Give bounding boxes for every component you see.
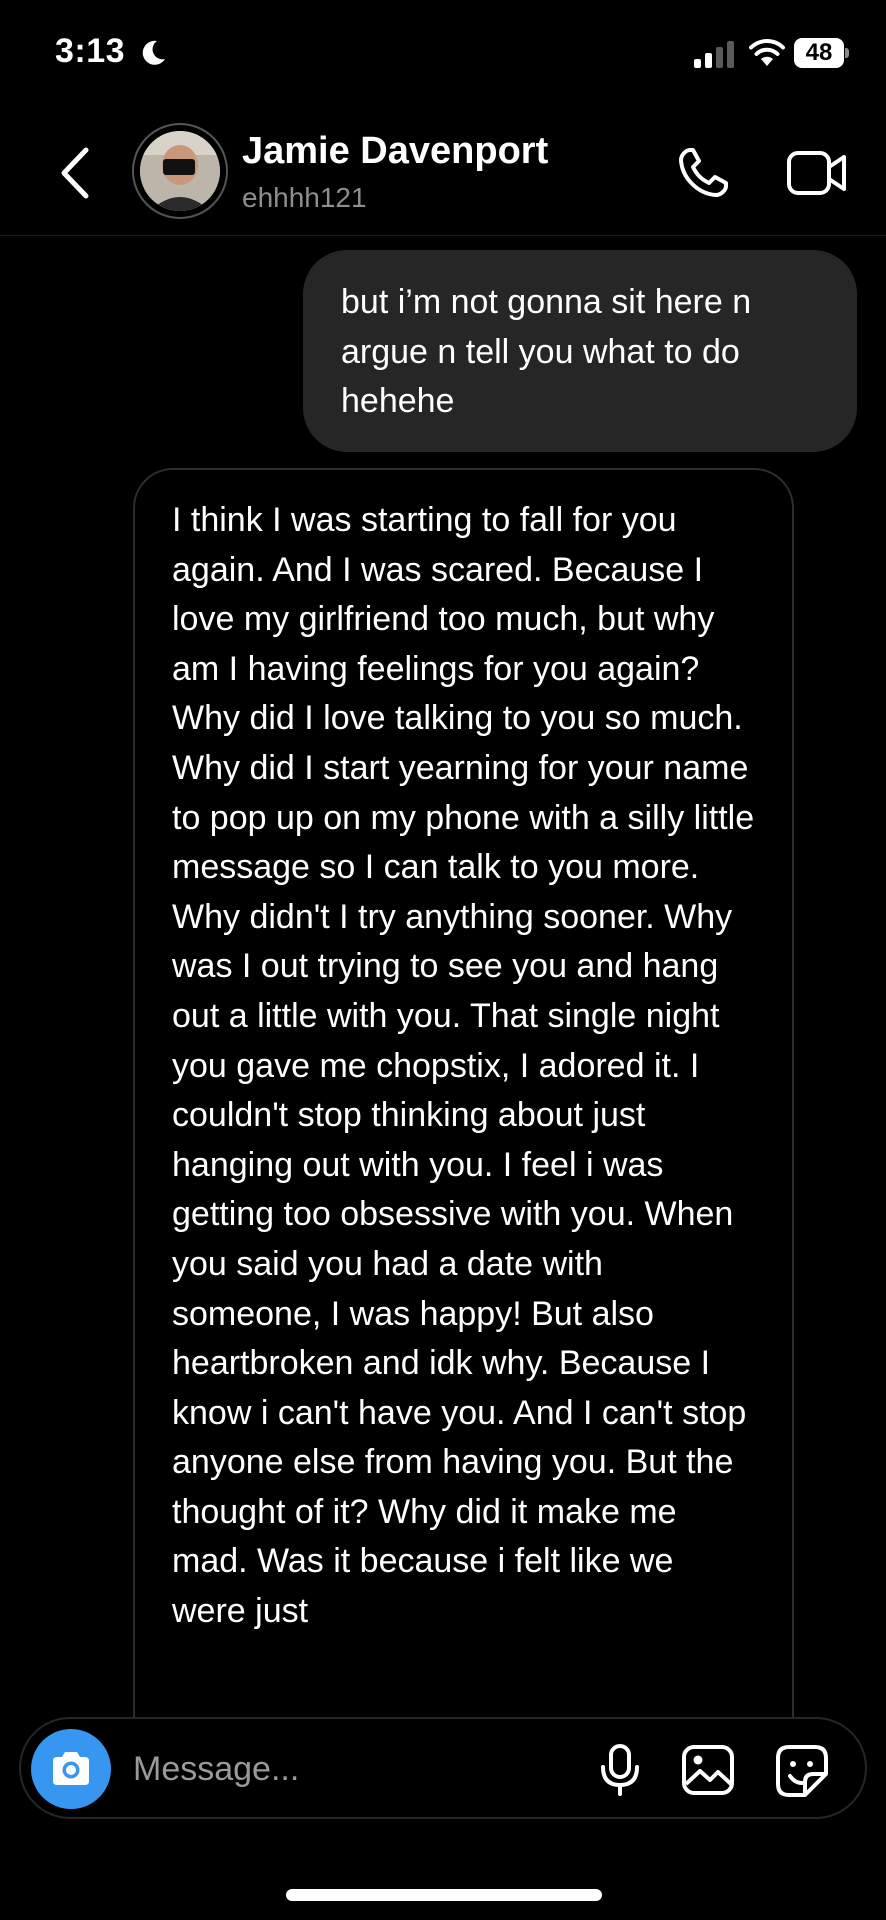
phone-icon[interactable] [676, 146, 730, 200]
gallery-icon[interactable] [681, 1744, 735, 1796]
sticker-icon[interactable] [775, 1744, 829, 1798]
home-indicator[interactable] [286, 1889, 602, 1901]
chat-header: Jamie Davenport ehhhh121 [0, 110, 886, 236]
status-bar: 3:13 48 [0, 0, 886, 110]
contact-username[interactable]: ehhhh121 [242, 182, 367, 214]
camera-icon [53, 1752, 89, 1785]
received-message-bubble[interactable]: I think I was starting to fall for you a… [133, 468, 794, 1768]
message-composer [19, 1717, 867, 1819]
moon-icon [142, 40, 165, 65]
chat-screen: 3:13 48 Jamie Davenport ehhhh121 but i’m… [0, 0, 886, 1920]
avatar-photo [140, 131, 220, 211]
battery-level: 48 [805, 39, 833, 66]
battery-icon: 48 [794, 38, 850, 68]
sent-message-bubble[interactable]: but i’m not gonna sit here n argue n tel… [303, 250, 857, 452]
status-time: 3:13 [55, 32, 126, 70]
video-camera-icon[interactable] [786, 148, 848, 198]
message-input[interactable] [133, 1743, 463, 1795]
microphone-icon[interactable] [595, 1743, 645, 1797]
signal-icon [694, 41, 734, 68]
contact-name[interactable]: Jamie Davenport [242, 130, 548, 173]
back-chevron-icon[interactable] [56, 144, 92, 202]
camera-button[interactable] [31, 1729, 111, 1809]
wifi-icon [749, 39, 785, 66]
avatar[interactable] [140, 131, 220, 211]
